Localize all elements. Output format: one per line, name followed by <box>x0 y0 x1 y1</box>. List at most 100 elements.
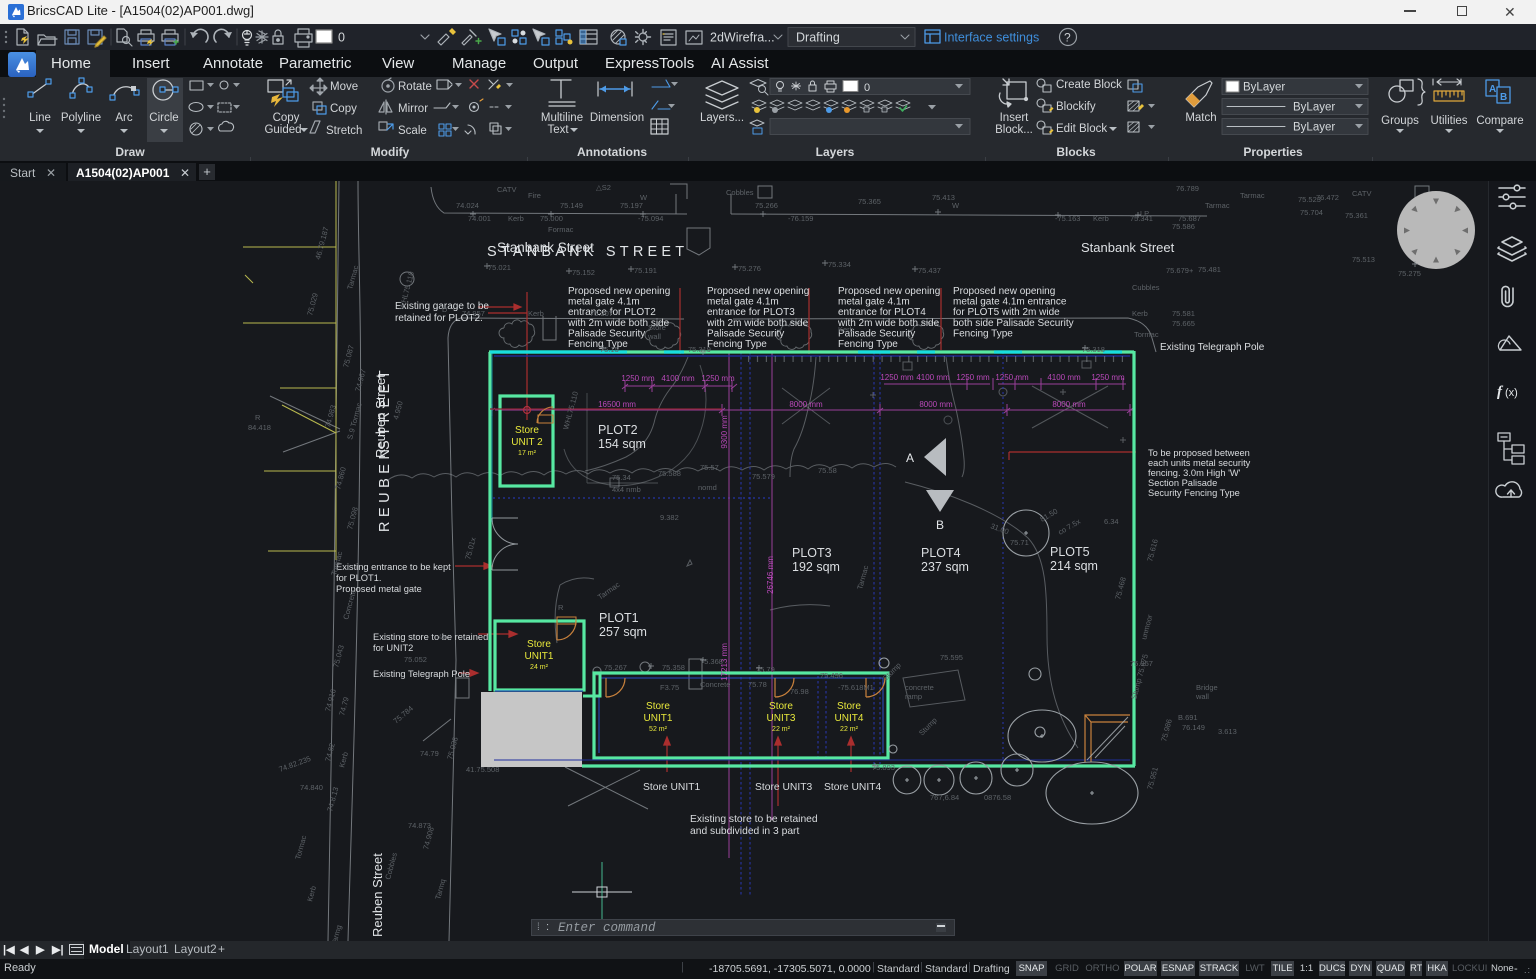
svg-text:75.275: 75.275 <box>1398 269 1421 278</box>
svg-text:To be proposed between: To be proposed between <box>1148 448 1250 458</box>
svg-text:1250 mm: 1250 mm <box>995 373 1029 382</box>
svg-text:Match: Match <box>1185 112 1216 124</box>
svg-text:unmoor: unmoor <box>1139 613 1154 640</box>
svg-text:75.266: 75.266 <box>755 201 778 210</box>
svg-text:16500 mm: 16500 mm <box>598 400 636 409</box>
svg-text:Kerb: Kerb <box>305 885 318 903</box>
svg-text:PLOT5: PLOT5 <box>1050 545 1090 559</box>
svg-text:Store: Store <box>515 425 539 436</box>
svg-text:Proposed new opening: Proposed new opening <box>953 286 1055 297</box>
svg-text:75.71: 75.71 <box>1010 538 1029 547</box>
svg-text:75.149: 75.149 <box>560 201 583 210</box>
svg-text:Security Fencing Type: Security Fencing Type <box>1148 488 1240 498</box>
svg-text:Kerb: Kerb <box>1132 309 1148 318</box>
svg-text:74.840: 74.840 <box>300 783 323 792</box>
svg-text:75.307: 75.307 <box>590 309 613 318</box>
svg-text:Rotate: Rotate <box>398 81 432 93</box>
svg-text:B: B <box>936 518 944 532</box>
svg-text:75.34: 75.34 <box>612 473 631 482</box>
svg-text:75.986: 75.986 <box>1159 718 1174 743</box>
svg-text:257 sqm: 257 sqm <box>599 625 647 639</box>
svg-text:74.967: 74.967 <box>353 368 368 393</box>
svg-text:8000 mm: 8000 mm <box>789 400 823 409</box>
svg-text:Store UNIT3: Store UNIT3 <box>755 782 812 793</box>
svg-text:wall: wall <box>1195 692 1209 701</box>
svg-text:△S2: △S2 <box>596 183 611 192</box>
svg-text:74.82.235: 74.82.235 <box>278 754 312 774</box>
svg-text:52 m²: 52 m² <box>649 726 668 733</box>
svg-text:75.000: 75.000 <box>540 214 563 223</box>
svg-text:PLOT3: PLOT3 <box>792 546 832 560</box>
svg-text:75.029: 75.029 <box>305 292 320 317</box>
svg-text:Existing store to be retained: Existing store to be retained <box>373 632 488 642</box>
svg-text:Blockify: Blockify <box>1056 101 1096 113</box>
svg-text:UNIT 2: UNIT 2 <box>511 437 543 448</box>
svg-text:76.789: 76.789 <box>1176 184 1199 193</box>
svg-text:Tarmac: Tarmac <box>596 580 622 602</box>
svg-text:75.267: 75.267 <box>604 663 627 672</box>
svg-text:214 sqm: 214 sqm <box>1050 559 1098 573</box>
svg-text:4100 mm: 4100 mm <box>916 373 950 382</box>
svg-text:Fencing Type: Fencing Type <box>568 339 628 350</box>
svg-text:75.197: 75.197 <box>620 201 643 210</box>
svg-text:22 m²: 22 m² <box>840 726 859 733</box>
svg-text:Kerb: Kerb <box>337 751 350 769</box>
svg-text:75.276: 75.276 <box>738 264 761 273</box>
svg-text:75.957: 75.957 <box>1130 659 1153 668</box>
svg-text:9300 mm: 9300 mm <box>720 415 729 449</box>
svg-text:Move: Move <box>330 81 358 93</box>
svg-text:Palisade Security: Palisade Security <box>568 328 645 339</box>
svg-text:with 2m wide both side: with 2m wide both side <box>706 318 809 329</box>
svg-text:Create Block: Create Block <box>1056 79 1122 91</box>
svg-text:75.586: 75.586 <box>1172 222 1195 231</box>
svg-text:Section Palisade: Section Palisade <box>1148 478 1217 488</box>
svg-text:8000 mm: 8000 mm <box>1052 400 1086 409</box>
svg-text:Text: Text <box>547 124 569 136</box>
svg-text:75.665: 75.665 <box>1172 319 1195 328</box>
svg-text:Tarmac: Tarmac <box>855 564 870 590</box>
svg-text:4x4 nmb: 4x4 nmb <box>612 485 641 494</box>
svg-text:Insert: Insert <box>1000 112 1030 124</box>
svg-text:31.00: 31.00 <box>989 521 1010 536</box>
svg-text:ByLayer: ByLayer <box>1293 102 1335 114</box>
svg-text:Circle: Circle <box>149 112 178 124</box>
svg-text:entrance for PLOT3: entrance for PLOT3 <box>707 307 795 318</box>
svg-text:Store: Store <box>648 323 666 332</box>
svg-text:-76.159: -76.159 <box>788 214 813 223</box>
svg-text:Cubbles: Cubbles <box>1132 283 1160 292</box>
svg-text:75.191: 75.191 <box>634 266 657 275</box>
svg-text:75.361: 75.361 <box>1345 211 1368 220</box>
svg-text:Copy: Copy <box>273 112 300 124</box>
svg-text:1250 mm: 1250 mm <box>956 373 990 382</box>
svg-text:75.437: 75.437 <box>918 266 941 275</box>
svg-text:75.098: 75.098 <box>345 506 360 531</box>
svg-text:1250 mm: 1250 mm <box>701 374 735 383</box>
svg-text:75.78: 75.78 <box>748 680 767 689</box>
svg-text:6.34: 6.34 <box>1104 517 1119 526</box>
svg-text:concrete: concrete <box>905 683 934 692</box>
svg-text:Reuben Street: Reuben Street <box>370 853 385 937</box>
svg-text:Stump: Stump <box>881 661 903 683</box>
svg-text:74.957: 74.957 <box>462 309 485 318</box>
svg-text:both side Palisade Security: both side Palisade Security <box>953 318 1074 329</box>
svg-text:f: f <box>1497 384 1504 400</box>
svg-text:8000 mm: 8000 mm <box>919 400 953 409</box>
svg-text:Mirror: Mirror <box>398 103 428 115</box>
svg-text:Tarmg: Tarmg <box>329 924 343 941</box>
svg-text:Stanbank Street: Stanbank Street <box>1081 240 1175 255</box>
svg-text:Copy: Copy <box>330 103 357 115</box>
svg-text:co 7.5x: co 7.5x <box>1057 517 1083 537</box>
svg-text:3.613: 3.613 <box>1218 727 1237 736</box>
svg-text:ramp: ramp <box>905 692 922 701</box>
svg-text:Stump: Stump <box>917 716 939 738</box>
svg-text:UNIT1: UNIT1 <box>525 651 554 662</box>
svg-text:fencing. 3.0m High 'W': fencing. 3.0m High 'W' <box>1148 468 1241 478</box>
svg-text:75.679+: 75.679+ <box>1166 266 1194 275</box>
svg-text:D: D <box>442 305 448 314</box>
svg-text:metal gate 4.1m: metal gate 4.1m <box>838 297 910 308</box>
svg-text:B: B <box>1500 92 1507 103</box>
svg-text:192 sqm: 192 sqm <box>792 560 840 574</box>
svg-text:R: R <box>255 413 261 422</box>
svg-text:Store: Store <box>837 701 861 712</box>
svg-text:46.79.187: 46.79.187 <box>313 226 330 261</box>
